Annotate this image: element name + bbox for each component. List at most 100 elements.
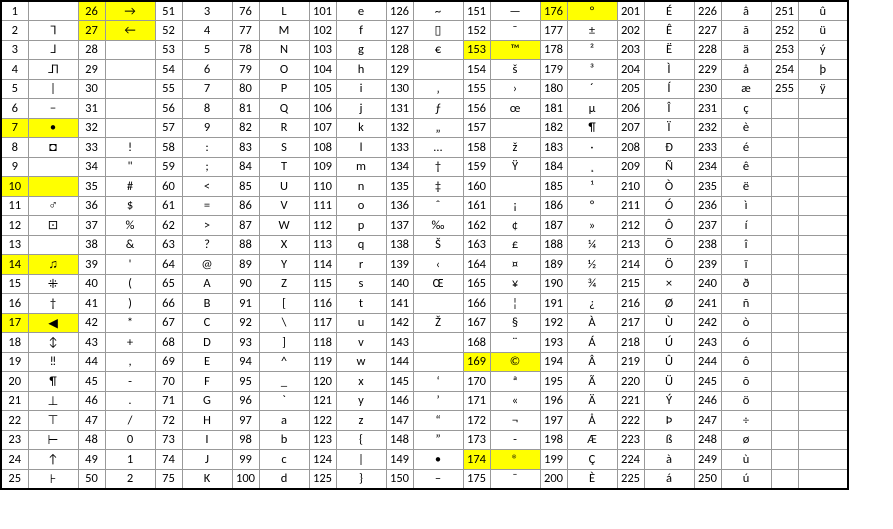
code-cell: 88	[232, 235, 259, 255]
char-cell: ù	[721, 450, 771, 470]
char-cell: ]	[259, 333, 309, 353]
char-cell: È	[567, 469, 617, 489]
char-cell: S	[259, 138, 309, 158]
code-cell: 95	[232, 372, 259, 392]
code-cell: 65	[155, 274, 182, 294]
code-cell: 208	[617, 138, 644, 158]
code-cell: 252	[771, 21, 798, 41]
code-cell: 132	[386, 118, 413, 138]
char-cell	[490, 118, 540, 138]
char-cell: r	[336, 255, 386, 275]
char-cell: 4	[182, 21, 232, 41]
code-cell: 216	[617, 294, 644, 314]
code-cell: 143	[386, 333, 413, 353]
code-cell: 227	[694, 21, 721, 41]
table-row: 18↕43+68D93]118v143168¨193Á218Ú243ó	[1, 333, 848, 353]
code-cell: 145	[386, 372, 413, 392]
char-cell: 0	[105, 430, 155, 450]
code-cell: 11	[1, 196, 28, 216]
code-cell: 92	[232, 313, 259, 333]
code-cell: 153	[463, 40, 490, 60]
code-cell: 46	[78, 391, 105, 411]
char-cell	[798, 138, 848, 158]
char-cell: ¤	[490, 255, 540, 275]
code-cell: 84	[232, 157, 259, 177]
char-cell: ú	[721, 469, 771, 489]
code-cell: 236	[694, 196, 721, 216]
char-cell: ð	[721, 274, 771, 294]
char-cell: ‰	[413, 216, 463, 236]
char-cell	[798, 469, 848, 489]
char-cell: 8	[182, 99, 232, 119]
code-cell: 71	[155, 391, 182, 411]
char-cell: #	[105, 177, 155, 197]
code-cell: 175	[463, 469, 490, 489]
code-cell: 232	[694, 118, 721, 138]
char-cell: †	[413, 157, 463, 177]
table-row: 6−3156881Q106j131ƒ156œ181µ206Î231ç	[1, 99, 848, 119]
code-cell: 181	[540, 99, 567, 119]
char-cell: œ	[490, 99, 540, 119]
code-cell: 210	[617, 177, 644, 197]
code-cell: 244	[694, 352, 721, 372]
char-cell: W	[259, 216, 309, 236]
char-cell	[798, 235, 848, 255]
table-row: 1035#60<85U110n135‡160185¹210Ò235ë	[1, 177, 848, 197]
code-cell: 212	[617, 216, 644, 236]
char-cell: “	[413, 411, 463, 431]
char-cell: ö	[721, 391, 771, 411]
code-cell: 133	[386, 138, 413, 158]
char-cell: š	[490, 60, 540, 80]
code-cell: 44	[78, 352, 105, 372]
char-cell: ⊤	[28, 411, 78, 431]
char-cell: |	[336, 450, 386, 470]
code-cell: 116	[309, 294, 336, 314]
char-cell: Þ	[644, 411, 694, 431]
code-cell: 129	[386, 60, 413, 80]
code-cell: 138	[386, 235, 413, 255]
table-row: 12⊡37%62>87W112p137‰162¢187»212Ô237í	[1, 216, 848, 236]
code-cell: 118	[309, 333, 336, 353]
char-cell: ♫	[28, 255, 78, 275]
char-cell: m	[336, 157, 386, 177]
code-cell	[771, 255, 798, 275]
code-cell: 32	[78, 118, 105, 138]
code-cell: 59	[155, 157, 182, 177]
code-cell: 224	[617, 450, 644, 470]
code-cell: 163	[463, 235, 490, 255]
char-cell: ´	[567, 79, 617, 99]
code-cell: 29	[78, 60, 105, 80]
char-cell: å	[721, 60, 771, 80]
code-cell: 173	[463, 430, 490, 450]
code-cell: 33	[78, 138, 105, 158]
code-cell: 204	[617, 60, 644, 80]
char-cell: I	[182, 430, 232, 450]
char-cell: Â	[567, 352, 617, 372]
code-cell: 5	[1, 79, 28, 99]
char-cell: j	[336, 99, 386, 119]
char-cell: Ø	[644, 294, 694, 314]
code-cell: 189	[540, 255, 567, 275]
table-row: 15⁜40(65A90Z115s140Œ165¥190¾215×240ð	[1, 274, 848, 294]
char-cell: ;	[182, 157, 232, 177]
code-cell	[771, 411, 798, 431]
code-cell: 43	[78, 333, 105, 353]
code-cell: 22	[1, 411, 28, 431]
char-cell: Ö	[644, 255, 694, 275]
code-cell: 12	[1, 216, 28, 236]
code-cell: 89	[232, 255, 259, 275]
code-cell: 198	[540, 430, 567, 450]
char-cell: ¾	[567, 274, 617, 294]
table-row: 20¶45-70F95_120x145‘170ª195Ã220Ü245õ	[1, 372, 848, 392]
code-cell: 63	[155, 235, 182, 255]
code-cell: 222	[617, 411, 644, 431]
code-cell: 4	[1, 60, 28, 80]
code-cell: 191	[540, 294, 567, 314]
char-cell: {	[336, 430, 386, 450]
code-cell: 197	[540, 411, 567, 431]
char-cell	[413, 294, 463, 314]
char-cell	[105, 99, 155, 119]
char-cell: ¶	[567, 118, 617, 138]
char-cell: ¼	[567, 235, 617, 255]
char-cell: ×	[644, 274, 694, 294]
